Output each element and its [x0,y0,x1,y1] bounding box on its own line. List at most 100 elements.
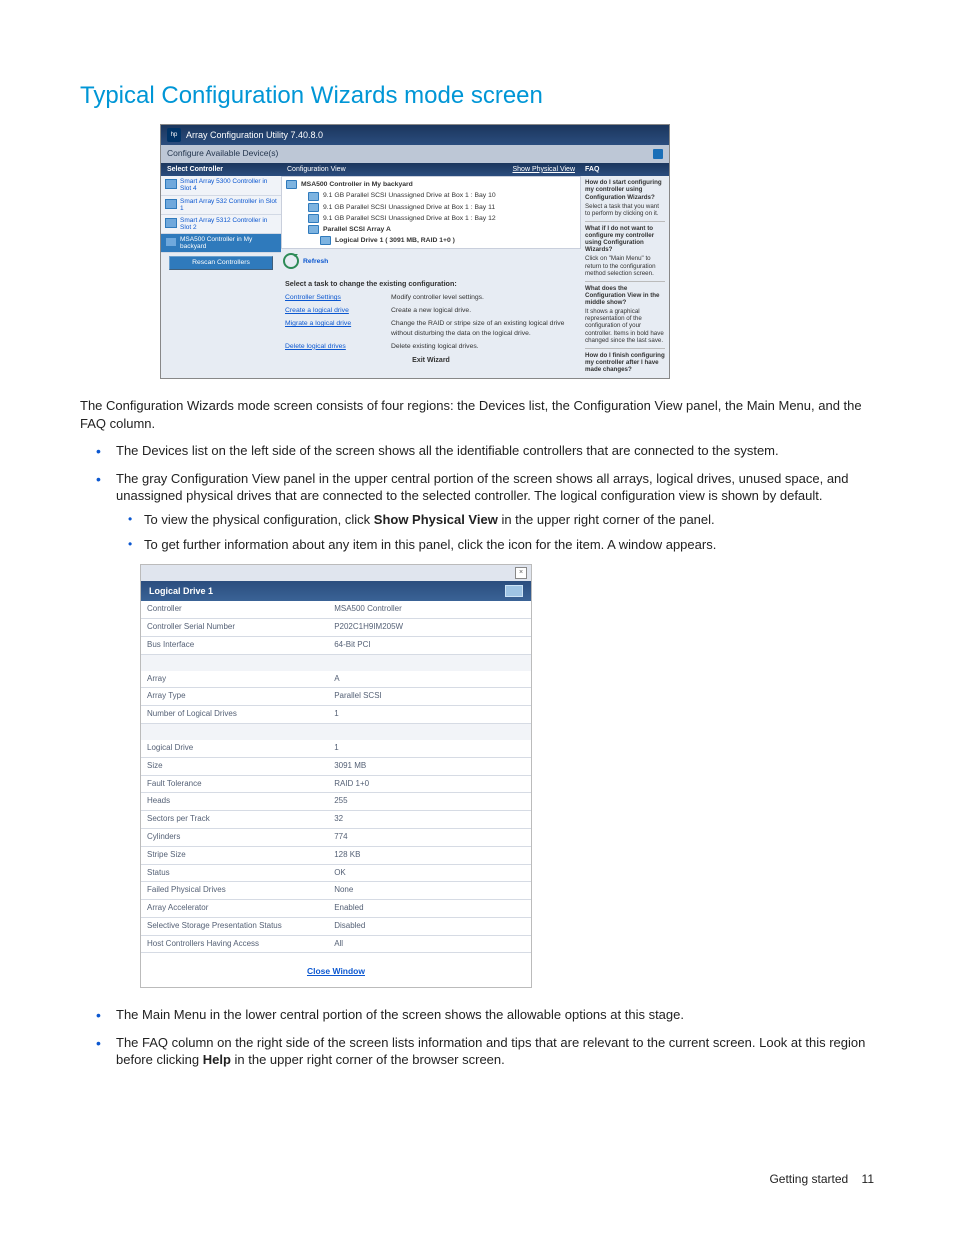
prop-label: Array [141,671,328,688]
bullet: The FAQ column on the right side of the … [116,1034,874,1069]
task-desc: Change the RAID or stripe size of an exi… [391,319,577,337]
help-button[interactable] [653,149,663,159]
dialog-titlebar: Logical Drive 1 [141,581,531,601]
drive-icon [308,203,319,212]
prop-label: Cylinders [141,828,328,846]
task-link[interactable]: Create a logical drive [285,306,391,315]
window-titlebar: hp Array Configuration Utility 7.40.8.0 [161,125,669,145]
figure-logical-drive-detail: × Logical Drive 1 ControllerMSA500 Contr… [140,564,874,988]
prop-value: Disabled [328,917,531,935]
cv-node[interactable]: 9.1 GB Parallel SCSI Unassigned Drive at… [323,191,496,200]
config-view-title: Configuration View [287,165,346,174]
drive-icon [308,214,319,223]
cv-node[interactable]: Logical Drive 1 ( 3091 MB, RAID 1+0 ) [335,236,455,245]
show-physical-view-link[interactable]: Show Physical View [512,165,575,174]
prop-value: Parallel SCSI [328,688,531,706]
figure-acu-wizards: hp Array Configuration Utility 7.40.8.0 … [160,124,874,379]
prop-label: Stripe Size [141,846,328,864]
window-title: Array Configuration Utility 7.40.8.0 [186,129,323,141]
prop-value: 3091 MB [328,757,531,775]
faq-q: What if I do not want to configure my co… [585,225,665,254]
prop-label: Failed Physical Drives [141,882,328,900]
prop-label: Bus Interface [141,636,328,654]
prop-value: 32 [328,811,531,829]
prop-value: A [328,671,531,688]
controller-icon [165,179,177,189]
controller-icon [165,218,177,228]
device-item[interactable]: Smart Array 532 Controller in Slot 1 [161,196,281,215]
footer-section: Getting started [769,1172,848,1186]
section-heading: Typical Configuration Wizards mode scree… [80,80,874,112]
device-item-selected[interactable]: MSA500 Controller in My backyard [161,234,281,253]
prop-value: MSA500 Controller [328,601,531,618]
bullet: The Main Menu in the lower central porti… [116,1006,874,1024]
properties-table: ControllerMSA500 ControllerController Se… [141,601,531,953]
task-link[interactable]: Controller Settings [285,293,391,302]
dialog-top: × [141,565,531,581]
devices-header: Select Controller [161,163,281,176]
device-item[interactable]: Smart Array 5312 Controller in Slot 2 [161,215,281,234]
prop-label: Controller [141,601,328,618]
refresh-link[interactable]: Refresh [303,257,328,266]
prop-label: Selective Storage Presentation Status [141,917,328,935]
prop-label: Array Accelerator [141,900,328,918]
cv-node[interactable]: MSA500 Controller in My backyard [301,180,413,189]
controller-icon [165,199,177,209]
config-view-header: Configuration View Show Physical View [281,163,581,176]
prop-value: None [328,882,531,900]
cv-node[interactable]: 9.1 GB Parallel SCSI Unassigned Drive at… [323,214,496,223]
prop-value: 774 [328,828,531,846]
close-icon[interactable]: × [515,567,527,579]
faq-panel: FAQ How do I start configuring my contro… [581,163,669,378]
prop-label: Fault Tolerance [141,775,328,793]
task-link[interactable]: Delete logical drives [285,342,391,351]
prop-value: OK [328,864,531,882]
bullet: The gray Configuration View panel in the… [116,470,874,554]
faq-q: How do I start configuring my controller… [585,179,665,200]
toolbar-label: Configure Available Device(s) [167,148,278,159]
prop-label: Logical Drive [141,740,328,757]
refresh-icon [283,253,299,269]
sub-bullet: To get further information about any ite… [144,536,874,554]
prop-value: 128 KB [328,846,531,864]
page-number: 11 [862,1172,874,1186]
prop-label: Size [141,757,328,775]
task-intro: Select a task to change the existing con… [281,273,581,291]
cv-node[interactable]: Parallel SCSI Array A [323,225,391,234]
task-desc: Create a new logical drive. [391,306,471,315]
prop-label: Number of Logical Drives [141,706,328,724]
exit-wizard-link[interactable]: Exit Wizard [281,353,581,368]
task-link[interactable]: Migrate a logical drive [285,319,391,337]
rescan-button[interactable]: Rescan Controllers [169,256,273,269]
toolbar: Configure Available Device(s) [161,145,669,162]
prop-value: Enabled [328,900,531,918]
prop-value: RAID 1+0 [328,775,531,793]
controller-icon [165,237,177,247]
prop-value: 1 [328,706,531,724]
config-view-panel: Configuration View Show Physical View MS… [281,163,581,378]
prop-value: 1 [328,740,531,757]
prop-label: Host Controllers Having Access [141,935,328,953]
task-desc: Modify controller level settings. [391,293,484,302]
logical-drive-icon [320,236,331,245]
page-footer: Getting started 11 [769,1171,874,1187]
prop-value: 255 [328,793,531,811]
dialog-title: Logical Drive 1 [149,585,213,597]
logical-drive-icon [505,585,523,597]
cv-node[interactable]: 9.1 GB Parallel SCSI Unassigned Drive at… [323,203,495,212]
array-icon [308,225,319,234]
faq-a: Select a task that you want to perform b… [585,203,665,217]
prop-label: Status [141,864,328,882]
device-label: Smart Array 5300 Controller in Slot 4 [180,178,277,192]
sub-bullet: To view the physical configuration, clic… [144,511,874,529]
prop-value: P202C1H9IM205W [328,618,531,636]
faq-q: What does the Configuration View in the … [585,285,665,306]
devices-panel: Select Controller Smart Array 5300 Contr… [161,163,281,378]
device-label: MSA500 Controller in My backyard [180,236,277,250]
prop-value: All [328,935,531,953]
drive-icon [308,192,319,201]
device-item[interactable]: Smart Array 5300 Controller in Slot 4 [161,176,281,195]
prop-label: Heads [141,793,328,811]
close-window-link[interactable]: Close Window [307,966,365,976]
prop-label: Controller Serial Number [141,618,328,636]
